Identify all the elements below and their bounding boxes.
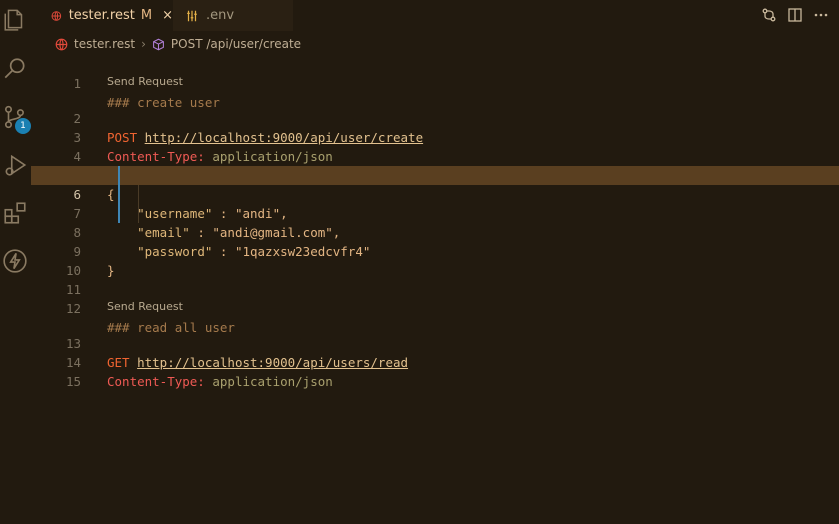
code-line: 5 {	[31, 147, 839, 202]
close-icon[interactable]: ×	[162, 8, 173, 23]
open-changes-icon[interactable]	[761, 7, 777, 23]
modified-indicator: M	[140, 8, 153, 23]
split-editor-icon[interactable]	[787, 7, 803, 23]
code-line: 2 POST http://localhost:9000/api/user/cr…	[31, 90, 839, 145]
send-request-link[interactable]: Send Request	[107, 74, 183, 89]
code-line: 8 "password" : "1qazxsw23edcvfr4"	[31, 204, 839, 259]
send-request-link[interactable]: Send Request	[107, 299, 183, 314]
header-key: Content-Type:	[107, 374, 205, 389]
cube-icon	[153, 38, 164, 50]
code-editor[interactable]: 1 ### create user Send Request 2 POST ht…	[31, 53, 839, 524]
search-icon[interactable]	[2, 56, 28, 82]
more-actions-icon[interactable]	[813, 7, 829, 23]
code-line: 12 ### read all user	[31, 280, 839, 335]
code-line: 1 ### create user	[31, 55, 839, 110]
settings-file-icon	[187, 10, 197, 21]
tab-env[interactable]: .env	[173, 0, 293, 31]
code-line: 14 Content-Type: application/json	[31, 334, 839, 389]
breadcrumb: tester.rest › POST /api/user/create	[55, 35, 301, 53]
breadcrumb-symbol[interactable]: POST /api/user/create	[171, 37, 301, 51]
code-line: 9 }	[31, 223, 839, 278]
modified-lines-gutter	[118, 166, 120, 223]
line-number: 15	[65, 374, 81, 389]
code-line: 15	[31, 353, 839, 389]
code-line: 10	[31, 242, 839, 278]
thunder-client-icon[interactable]	[2, 248, 28, 274]
code-line: 13 GET http://localhost:9000/api/users/r…	[31, 315, 839, 370]
header-value: application/json	[212, 374, 333, 389]
extensions-icon[interactable]	[2, 200, 28, 226]
tab-label: .env	[206, 8, 235, 23]
tab-label: tester.rest	[68, 8, 135, 23]
breadcrumb-file[interactable]: tester.rest	[74, 37, 135, 51]
source-control-badge: 1	[15, 118, 31, 134]
globe-icon	[55, 38, 68, 50]
chevron-right-icon: ›	[141, 37, 146, 51]
tab-bar: tester.rest M × .env	[31, 0, 839, 31]
code-line: 11	[31, 261, 839, 297]
code-line: 4	[31, 128, 839, 164]
tab-tester-rest[interactable]: tester.rest M ×	[41, 0, 173, 31]
code-line: 3 Content-Type: application/json	[31, 109, 839, 164]
code-line: 7 "email" : "andi@gmail.com",	[31, 185, 839, 240]
explorer-icon[interactable]	[2, 6, 28, 32]
run-debug-icon[interactable]	[2, 152, 28, 178]
activity-bar: 1	[0, 0, 31, 524]
globe-icon	[51, 10, 62, 21]
code-line-current: 6 "username" : "andi",	[31, 166, 839, 221]
